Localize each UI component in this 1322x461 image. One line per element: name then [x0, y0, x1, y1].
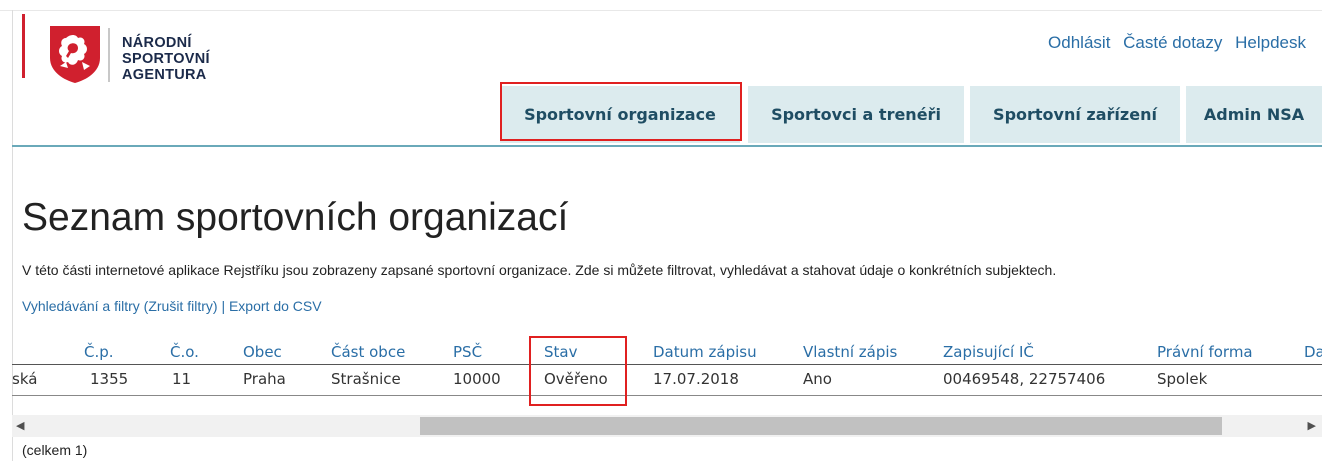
- tab-athletes-coaches[interactable]: Sportovci a trenéři: [748, 86, 964, 143]
- column-header-pravni-forma[interactable]: Právní forma: [1157, 343, 1253, 361]
- export-csv-link[interactable]: Export do CSV: [229, 298, 322, 314]
- table-cell: Praha: [243, 370, 286, 388]
- links-separator: |: [221, 298, 226, 314]
- header-links: Odhlásit Časté dotazy Helpdesk: [1040, 33, 1306, 53]
- accent-bar: [22, 14, 25, 78]
- page-title: Seznam sportovních organizací: [22, 196, 569, 239]
- logo-line-1: NÁRODNÍ: [122, 35, 192, 51]
- scrollbar-thumb[interactable]: [420, 417, 1222, 435]
- logo-divider: [108, 28, 110, 82]
- column-header-stav[interactable]: Stav: [544, 343, 577, 361]
- table-cell: 11: [172, 370, 192, 388]
- column-header-psc[interactable]: PSČ: [453, 343, 482, 361]
- table-cell: ská: [12, 370, 38, 388]
- helpdesk-link[interactable]: Helpdesk: [1235, 33, 1306, 52]
- logo-line-3: AGENTURA: [122, 67, 207, 83]
- filter-links: Vyhledávání a filtry (Zrušit filtry) | E…: [22, 298, 322, 314]
- nav-underline: [12, 145, 1322, 147]
- logout-link[interactable]: Odhlásit: [1048, 33, 1110, 52]
- table-cell-status: Ověřeno: [544, 370, 608, 388]
- triangle-left-icon[interactable]: ◀: [16, 419, 24, 432]
- column-header-co[interactable]: Č.o.: [170, 343, 199, 361]
- table-cell: 17.07.2018: [653, 370, 739, 388]
- column-header-zapisujici-ic[interactable]: Zapisující IČ: [943, 343, 1034, 361]
- column-header-datum-zapisu[interactable]: Datum zápisu: [653, 343, 757, 361]
- tab-admin-nsa[interactable]: Admin NSA: [1186, 86, 1322, 143]
- column-header-da[interactable]: Da: [1304, 343, 1322, 361]
- reset-filters-link[interactable]: (Zrušit filtry): [144, 298, 218, 314]
- column-header-cp[interactable]: Č.p.: [84, 343, 114, 361]
- logo-line-2: SPORTOVNÍ: [122, 51, 210, 67]
- table-cell: Ano: [803, 370, 832, 388]
- table-header-divider: [12, 364, 1322, 365]
- czech-lion-emblem-icon: [50, 26, 100, 83]
- tab-sports-organizations[interactable]: Sportovní organizace: [500, 86, 740, 143]
- page-description: V této části internetové aplikace Rejstř…: [22, 262, 1057, 278]
- table-cell: 1355: [90, 370, 129, 388]
- column-header-vlastni-zapis[interactable]: Vlastní zápis: [803, 343, 897, 361]
- logo-text: NÁRODNÍ SPORTOVNÍ AGENTURA: [122, 35, 210, 83]
- tab-sports-facilities[interactable]: Sportovní zařízení: [970, 86, 1180, 143]
- column-header-cast-obce[interactable]: Část obce: [331, 343, 405, 361]
- nsa-logo[interactable]: NÁRODNÍ SPORTOVNÍ AGENTURA: [40, 22, 310, 102]
- organizations-table: Č.p. Č.o. Obec Část obce PSČ Stav Datum …: [12, 340, 1322, 400]
- table-row-divider: [12, 395, 1322, 396]
- horizontal-scrollbar[interactable]: ◀ ▶: [12, 415, 1322, 437]
- window-top-edge: [0, 0, 1322, 11]
- triangle-right-icon[interactable]: ▶: [1308, 419, 1316, 432]
- table-cell: Strašnice: [331, 370, 401, 388]
- table-cell: 00469548, 22757406: [943, 370, 1106, 388]
- faq-link[interactable]: Časté dotazy: [1123, 33, 1222, 52]
- table-cell: Spolek: [1157, 370, 1208, 388]
- total-count: (celkem 1): [22, 442, 88, 458]
- table-cell: 10000: [453, 370, 501, 388]
- search-filters-link[interactable]: Vyhledávání a filtry: [22, 298, 140, 314]
- column-header-obec[interactable]: Obec: [243, 343, 282, 361]
